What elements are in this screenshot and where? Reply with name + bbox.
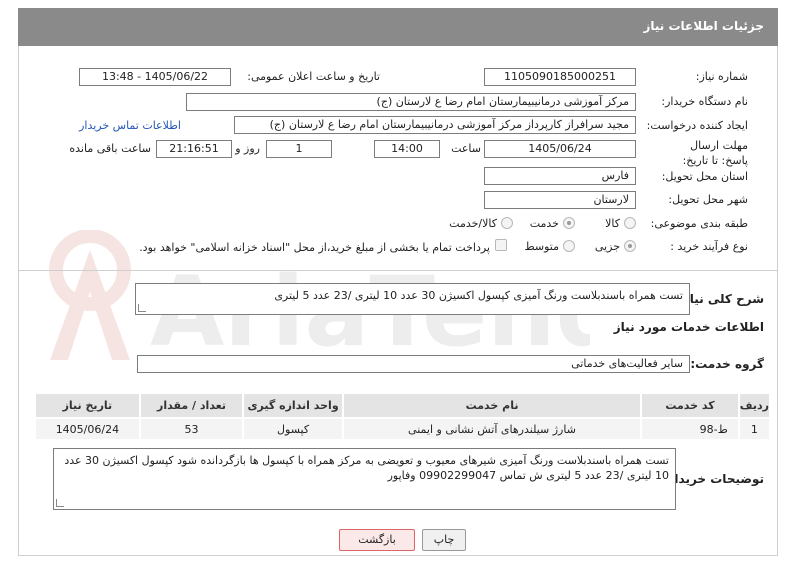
days-field[interactable]: 1 bbox=[266, 140, 332, 158]
col-row: ردیف bbox=[737, 392, 772, 419]
city-field[interactable]: لارستان bbox=[484, 191, 636, 209]
process-radio-medium[interactable] bbox=[563, 240, 575, 252]
remaining-time-field[interactable]: 21:16:51 bbox=[156, 140, 232, 158]
back-button[interactable]: بازگشت bbox=[339, 529, 415, 551]
province-field[interactable]: فارس bbox=[484, 167, 636, 185]
table-row[interactable]: 1 ط-98 شارژ سیلندرهای آتش نشانی و ایمنی … bbox=[34, 417, 772, 441]
col-code: کد خدمت bbox=[640, 392, 740, 419]
city-label: شهر محل تحویل: bbox=[668, 193, 748, 206]
cell-unit: کپسول bbox=[242, 417, 344, 441]
summary-label: شرح کلی نیاز: bbox=[678, 292, 764, 306]
col-unit: واحد اندازه گیری bbox=[242, 392, 344, 419]
remaining-label: ساعت باقی مانده bbox=[69, 142, 151, 155]
need-number-field[interactable]: 1105090185000251 bbox=[484, 68, 636, 86]
resize-grip-icon[interactable] bbox=[56, 499, 64, 507]
summary-textarea[interactable]: تست همراه باسندبلاست ورنگ آمیزی کپسول اک… bbox=[135, 283, 690, 315]
deadline-time-label: ساعت bbox=[451, 142, 481, 155]
buyer-contact-link[interactable]: اطلاعات تماس خریدار bbox=[79, 119, 181, 132]
services-section-title: اطلاعات خدمات مورد نیاز bbox=[613, 320, 764, 334]
deadline-label: مهلت ارسال پاسخ: تا تاریخ: bbox=[682, 139, 748, 167]
category-radio-service[interactable] bbox=[563, 217, 575, 229]
divider bbox=[18, 270, 778, 271]
col-date: تاریخ نیاز bbox=[34, 392, 141, 419]
announce-field[interactable]: 1405/06/22 - 13:48 bbox=[79, 68, 231, 86]
cell-name: شارژ سیلندرهای آتش نشانی و ایمنی bbox=[341, 417, 643, 441]
cell-date: 1405/06/24 bbox=[34, 417, 141, 441]
need-number-label: شماره نیاز: bbox=[695, 70, 748, 83]
service-group-field[interactable]: سایر فعالیت‌های خدماتی bbox=[137, 355, 690, 373]
buyer-notes-text: تست همراه باسندبلاست ورنگ آمیزی شیرهای م… bbox=[64, 454, 669, 482]
print-button[interactable]: چاپ bbox=[422, 529, 466, 551]
summary-text: تست همراه باسندبلاست ورنگ آمیزی کپسول اک… bbox=[274, 289, 683, 302]
cell-code: ط-98 bbox=[640, 417, 740, 441]
category-option-service: خدمت bbox=[529, 217, 559, 230]
deadline-time-field[interactable]: 14:00 bbox=[374, 140, 440, 158]
creator-label: ایجاد کننده درخواست: bbox=[646, 119, 748, 132]
buyer-notes-textarea[interactable]: تست همراه باسندبلاست ورنگ آمیزی شیرهای م… bbox=[53, 448, 676, 510]
buyer-org-label: نام دستگاه خریدار: bbox=[661, 95, 748, 108]
services-table: ردیف کد خدمت نام خدمت واحد اندازه گیری ت… bbox=[34, 392, 772, 441]
process-option-minor: جزیی bbox=[594, 240, 620, 253]
category-option-goods-service: کالا/خدمت bbox=[449, 217, 497, 230]
col-qty: تعداد / مقدار bbox=[138, 392, 245, 419]
days-label: روز و bbox=[235, 142, 260, 155]
category-label: طبقه بندی موضوعی: bbox=[650, 217, 748, 230]
process-label: نوع فرآیند خرید : bbox=[670, 240, 748, 253]
category-radio-goods-service[interactable] bbox=[501, 217, 513, 229]
buyer-org-field[interactable]: مرکز آموزشی درمانیبیمارستان امام رضا ع ل… bbox=[186, 93, 636, 111]
treasury-checkbox[interactable] bbox=[495, 239, 507, 251]
cell-row: 1 bbox=[737, 417, 772, 441]
category-radio-goods[interactable] bbox=[624, 217, 636, 229]
table-header-row: ردیف کد خدمت نام خدمت واحد اندازه گیری ت… bbox=[34, 392, 772, 419]
service-group-label: گروه خدمت: bbox=[690, 357, 764, 371]
announce-label: تاریخ و ساعت اعلان عمومی: bbox=[247, 70, 380, 83]
resize-grip-icon[interactable] bbox=[138, 304, 146, 312]
creator-field[interactable]: مجید سرافراز کارپرداز مرکز آموزشی درمانی… bbox=[234, 116, 636, 134]
deadline-date-field[interactable]: 1405/06/24 bbox=[484, 140, 636, 158]
cell-qty: 53 bbox=[138, 417, 245, 441]
col-name: نام خدمت bbox=[341, 392, 643, 419]
buyer-notes-label: توضیحات خریدار: bbox=[662, 472, 764, 486]
province-label: استان محل تحویل: bbox=[661, 170, 748, 183]
process-option-medium: متوسط bbox=[524, 240, 559, 253]
page-title: جزئیات اطلاعات نیاز bbox=[643, 19, 764, 33]
category-option-goods: کالا bbox=[605, 217, 620, 230]
payment-note: پرداخت تمام یا بخشی از مبلغ خرید،از محل … bbox=[139, 241, 490, 254]
process-radio-minor[interactable] bbox=[624, 240, 636, 252]
